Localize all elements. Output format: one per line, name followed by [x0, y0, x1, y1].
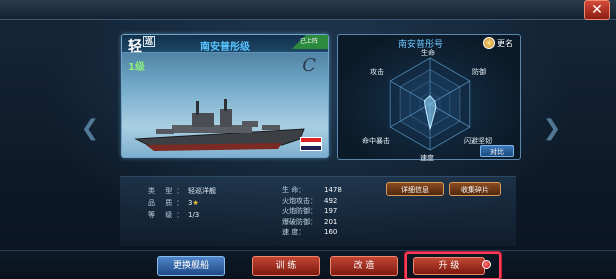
radar-axis-defense: 防御 — [472, 68, 486, 76]
ship-name: 南安普彤级 — [200, 42, 250, 53]
ship-class-char: 轻 — [128, 39, 142, 55]
radar-axis-attack: 攻击 — [370, 68, 384, 76]
grade-value: 1/3 — [188, 211, 200, 219]
stat-label: 爆破防御： — [282, 217, 317, 226]
stat-label: 生 命： — [282, 186, 306, 194]
stat-row: 生 命： 1478 — [282, 185, 342, 196]
stat-value: 1478 — [324, 186, 342, 194]
stat-value: 197 — [324, 207, 338, 215]
combat-stats: 生 命： 1478 火炮攻击： 492 火炮防御： 197 爆破防御： 201 速 度：… — [282, 185, 342, 238]
quality-label: 品 质： — [148, 199, 188, 207]
compare-button[interactable]: 对比 — [480, 145, 514, 157]
ship-level: 1级 — [128, 62, 145, 73]
ship-grade: C — [302, 55, 316, 76]
nation-flag-icon — [300, 137, 322, 151]
ship-info: 类 型： 轻巡洋舰 品 质： 3 ★ 等 级： 1/3 — [148, 185, 216, 221]
info-row-grade: 等 级： 1/3 — [148, 209, 216, 221]
type-label: 类 型： — [148, 187, 188, 195]
stat-label: 速 度： — [282, 228, 306, 236]
stat-row: 火炮攻击： 492 — [282, 196, 342, 207]
change-ship-button[interactable]: 更换舰船 — [157, 256, 225, 276]
deployed-tag: 已上阵 — [290, 35, 328, 49]
detail-info-button[interactable]: 详细信息 — [386, 182, 444, 196]
stat-value: 160 — [324, 228, 338, 236]
top-bar: ✕ — [0, 0, 616, 20]
type-value: 轻巡洋舰 — [188, 187, 216, 195]
next-ship-arrow-icon[interactable]: ❯ — [542, 116, 562, 142]
close-button[interactable]: ✕ — [584, 0, 610, 20]
train-button[interactable]: 训 练 — [252, 256, 320, 276]
radar-axis-accuracy: 命中暴击 — [362, 137, 390, 145]
stat-row: 速 度： 160 — [282, 227, 342, 238]
upgrade-button-label: 升 级 — [413, 257, 485, 275]
warship-image — [134, 99, 305, 151]
stat-row: 火炮防御： 197 — [282, 206, 342, 217]
info-row-type: 类 型： 轻巡洋舰 — [148, 185, 216, 197]
stat-value: 201 — [324, 217, 338, 226]
notification-dot-icon — [482, 260, 491, 269]
star-icon: ★ — [192, 199, 199, 207]
prev-ship-arrow-icon[interactable]: ❮ — [80, 116, 100, 142]
stat-value: 492 — [324, 196, 338, 205]
info-row-quality: 品 质： 3 ★ — [148, 197, 216, 209]
radar-axis-hp: 生命 — [421, 49, 435, 57]
action-bar: 更换舰船 训 练 改 造 升 级 — [0, 250, 616, 279]
attribute-radar-panel: 南安普彤号 更名 生命 防御 闪避坚韧 速度 命中暴击 攻击 对比 — [337, 34, 521, 162]
ship-card: 轻巡 南安普彤级 已上阵 1级 C — [121, 34, 329, 158]
stat-label: 火炮攻击： — [282, 196, 317, 205]
upgrade-button[interactable]: 升 级 — [405, 252, 501, 279]
collect-fragments-button[interactable]: 收集碎片 — [449, 182, 501, 196]
stat-row: 爆破防御： 201 — [282, 217, 342, 228]
radar-axis-speed: 速度 — [420, 154, 434, 162]
ship-class-badge: 轻巡 — [128, 36, 155, 56]
grade-label: 等 级： — [148, 211, 188, 219]
ship-class-sub: 巡 — [143, 36, 155, 47]
stat-label: 火炮防御： — [282, 207, 317, 215]
refit-button[interactable]: 改 造 — [330, 256, 398, 276]
